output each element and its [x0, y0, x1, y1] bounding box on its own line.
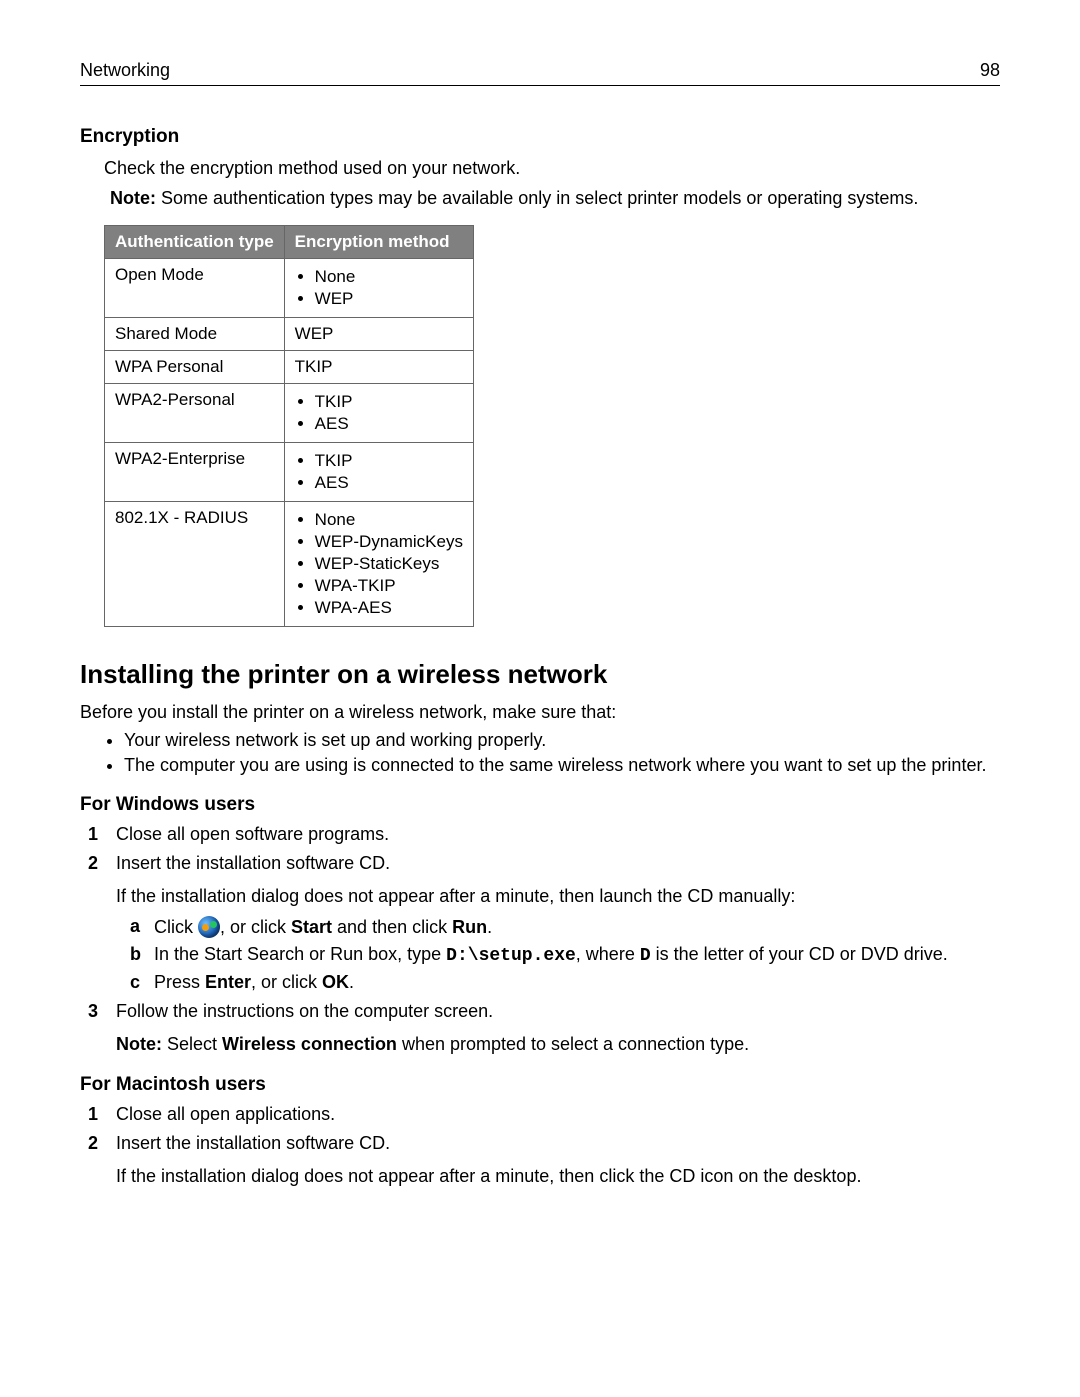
step-text: Insert the installation software CD. — [116, 1133, 390, 1153]
table-row: 802.1X - RADIUS None WEP-DynamicKeys WEP… — [105, 501, 474, 626]
note-text: Select — [167, 1034, 222, 1054]
auth-cell: WPA Personal — [105, 350, 285, 383]
windows-heading: For Windows users — [80, 794, 1000, 816]
encryption-heading: Encryption — [80, 126, 1000, 148]
auth-cell: WPA2-Enterprise — [105, 442, 285, 501]
table-row: WPA2-Personal TKIP AES — [105, 383, 474, 442]
substep-item: a Click , or click Start and then click … — [130, 916, 1000, 938]
page-header: Networking 98 — [80, 60, 1000, 86]
header-page-number: 98 — [980, 60, 1000, 81]
auth-cell: WPA2-Personal — [105, 383, 285, 442]
step-text: Close all open software programs. — [116, 824, 389, 844]
method-cell: None WEP — [284, 258, 473, 317]
table-row: Open Mode None WEP — [105, 258, 474, 317]
step-text: Close all open applications. — [116, 1104, 335, 1124]
method-item: None — [315, 510, 463, 530]
method-item: WEP — [315, 289, 463, 309]
method-item: AES — [315, 473, 463, 493]
substep-text: Press — [154, 972, 205, 992]
substep-item: b In the Start Search or Run box, type D… — [130, 944, 1000, 966]
bold-text: OK — [322, 972, 349, 992]
method-cell: TKIP — [284, 350, 473, 383]
step-text: Follow the instructions on the computer … — [116, 1001, 493, 1021]
encryption-note: Note: Some authentication types may be a… — [110, 186, 1000, 210]
substep-text: . — [349, 972, 354, 992]
method-item: WPA-TKIP — [315, 576, 463, 596]
step-subtext: If the installation dialog does not appe… — [116, 884, 1000, 908]
substep-text: , or click — [220, 917, 291, 937]
step-item: 3 Follow the instructions on the compute… — [88, 1001, 1000, 1056]
windows-steps: 1 Close all open software programs. 2 In… — [88, 824, 1000, 1057]
method-item: AES — [315, 414, 463, 434]
bold-text: Run — [452, 917, 487, 937]
substep-item: c Press Enter, or click OK. — [130, 972, 1000, 993]
step-item: 1 Close all open applications. — [88, 1104, 1000, 1125]
method-item: TKIP — [315, 451, 463, 471]
install-intro: Before you install the printer on a wire… — [80, 700, 1000, 724]
install-heading: Installing the printer on a wireless net… — [80, 659, 1000, 690]
bold-text: Wireless connection — [222, 1034, 397, 1054]
substep-text: , where — [576, 944, 640, 964]
table-header-method: Encryption method — [284, 225, 473, 258]
note-text: Some authentication types may be availab… — [161, 188, 918, 208]
table-row: Shared Mode WEP — [105, 317, 474, 350]
bold-text: Enter — [205, 972, 251, 992]
install-prereq-list: Your wireless network is set up and work… — [104, 730, 1000, 776]
mac-steps: 1 Close all open applications. 2 Insert … — [88, 1104, 1000, 1188]
auth-cell: Shared Mode — [105, 317, 285, 350]
method-cell: TKIP AES — [284, 383, 473, 442]
start-orb-icon — [198, 916, 220, 938]
note-label: Note: — [110, 188, 156, 208]
step-subtext: If the installation dialog does not appe… — [116, 1164, 1000, 1188]
substep-text: In the Start Search or Run box, type — [154, 944, 446, 964]
method-cell: None WEP-DynamicKeys WEP-StaticKeys WPA-… — [284, 501, 473, 626]
note-label: Note: — [116, 1034, 162, 1054]
list-item: Your wireless network is set up and work… — [124, 730, 1000, 751]
table-header-auth: Authentication type — [105, 225, 285, 258]
document-page: Networking 98 Encryption Check the encry… — [0, 0, 1080, 1257]
method-item: WPA-AES — [315, 598, 463, 618]
encryption-intro: Check the encryption method used on your… — [104, 156, 1000, 180]
table-row: WPA2-Enterprise TKIP AES — [105, 442, 474, 501]
step-item: 2 Insert the installation software CD. I… — [88, 1133, 1000, 1188]
substep-text: . — [487, 917, 492, 937]
auth-cell: 802.1X - RADIUS — [105, 501, 285, 626]
method-item: WEP-StaticKeys — [315, 554, 463, 574]
method-cell: WEP — [284, 317, 473, 350]
substep-text: and then click — [332, 917, 452, 937]
code-text: D:\setup.exe — [446, 946, 576, 966]
step-text: Insert the installation software CD. — [116, 853, 390, 873]
header-section: Networking — [80, 60, 170, 81]
method-item: WEP-DynamicKeys — [315, 532, 463, 552]
method-cell: TKIP AES — [284, 442, 473, 501]
bold-text: Start — [291, 917, 332, 937]
substep-text: Click — [154, 917, 198, 937]
encryption-table: Authentication type Encryption method Op… — [104, 225, 474, 627]
table-row: WPA Personal TKIP — [105, 350, 474, 383]
method-item: TKIP — [315, 392, 463, 412]
step-item: 1 Close all open software programs. — [88, 824, 1000, 845]
method-item: None — [315, 267, 463, 287]
windows-substeps: a Click , or click Start and then click … — [130, 916, 1000, 993]
code-text: D — [640, 946, 651, 966]
mac-heading: For Macintosh users — [80, 1074, 1000, 1096]
auth-cell: Open Mode — [105, 258, 285, 317]
list-item: The computer you are using is connected … — [124, 755, 1000, 776]
note-text: when prompted to select a connection typ… — [397, 1034, 749, 1054]
step-note: Note: Select Wireless connection when pr… — [116, 1032, 1000, 1056]
substep-text: is the letter of your CD or DVD drive. — [651, 944, 948, 964]
step-item: 2 Insert the installation software CD. I… — [88, 853, 1000, 993]
substep-text: , or click — [251, 972, 322, 992]
